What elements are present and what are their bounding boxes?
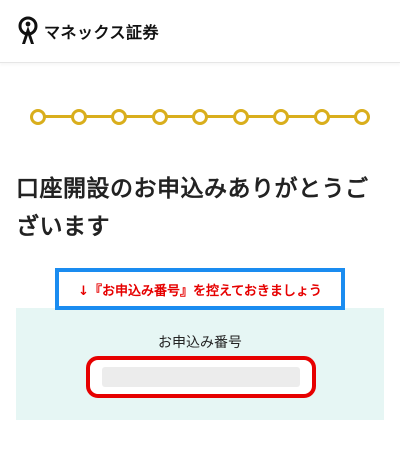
site-header: マネックス証券 [0,0,400,63]
notice-banner: ↓『お申込み番号』を控えておきましょう [55,268,345,310]
progress-step-dot [273,109,289,125]
progress-step-dot [313,109,330,125]
application-number-panel: お申込み番号 [16,308,384,420]
progress-step-dot [232,109,249,125]
application-number-label: お申込み番号 [158,335,242,351]
notice-text: ↓『お申込み番号』を控えておきましょう [78,283,322,299]
progress-steps [30,106,370,126]
application-number-highlight [86,356,316,398]
progress-step-dot [151,109,168,125]
logo-text: マネックス証券 [44,23,160,42]
progress-step-dot [70,109,87,125]
monex-logo-icon [18,16,38,44]
monex-logo[interactable]: マネックス証券 [16,14,159,48]
progress-step-dot [354,109,370,125]
application-complete-page: マネックス証券 口座開設のお申込みありがとうございます ↓『お申込み番号』を控え… [0,0,400,450]
progress-step-dot [192,109,208,125]
application-number-value [102,367,300,387]
progress-step-dot [111,109,127,125]
progress-step-dot [30,109,46,125]
page-title: 口座開設のお申込みありがとうございます [16,176,369,240]
